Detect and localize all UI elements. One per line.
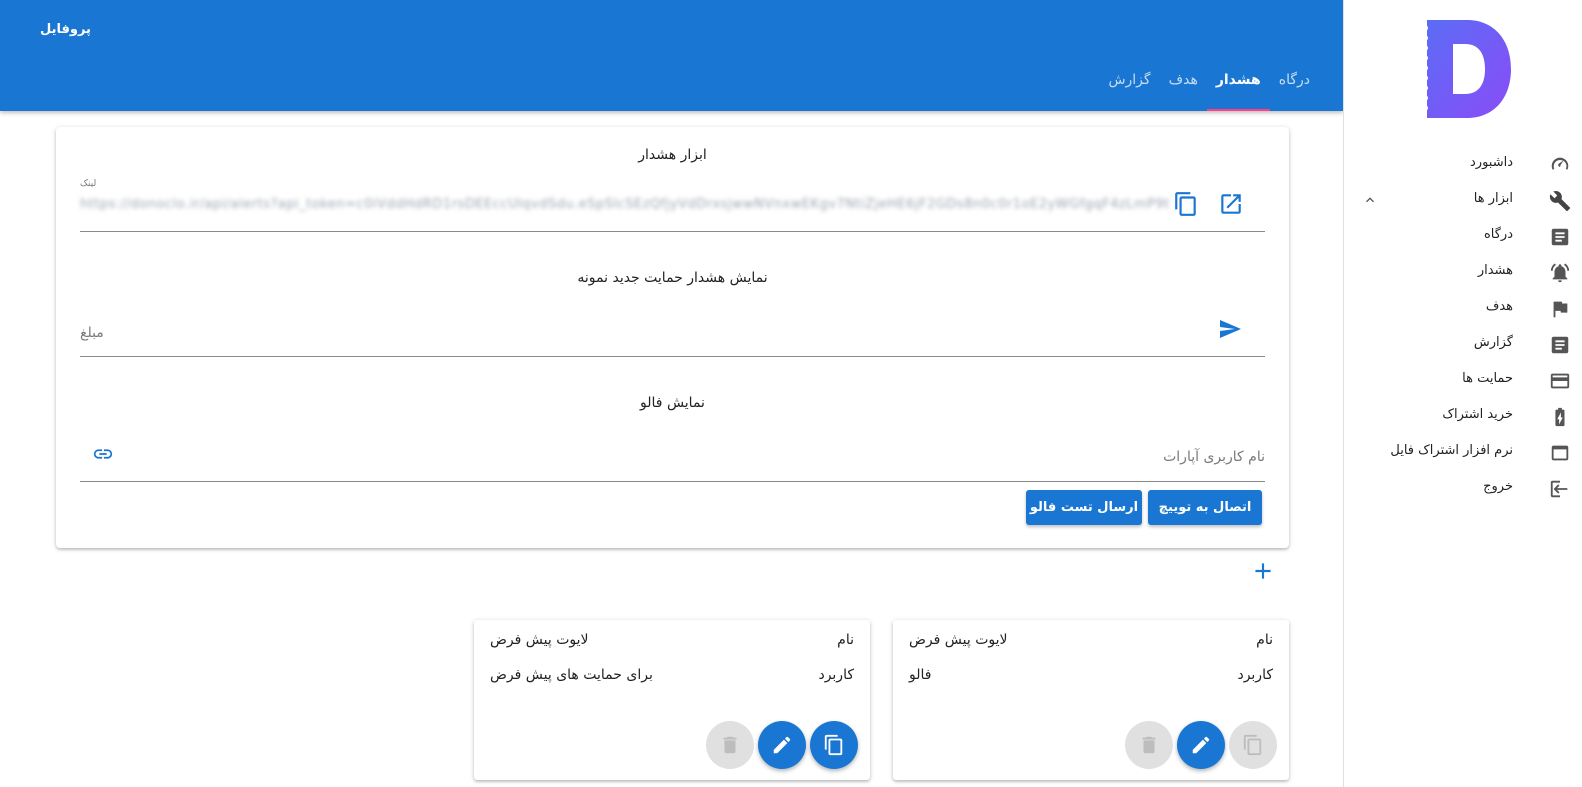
sidebar-item-logout[interactable]: خروج	[1344, 470, 1582, 506]
copy-icon	[1243, 734, 1262, 756]
link-label: لینک	[80, 179, 97, 189]
layout-name-value: لایوت پیش فرض	[909, 632, 1008, 648]
sidebar-item-gateway[interactable]: درگاه	[1344, 218, 1582, 254]
credit-card-icon	[1550, 373, 1570, 389]
pencil-icon	[1192, 736, 1210, 754]
link-icon[interactable]	[92, 443, 114, 465]
logout-icon	[1550, 480, 1568, 498]
sidebar-item-label: هشدار	[1477, 263, 1513, 278]
layout-edit-button[interactable]	[758, 721, 806, 769]
layout-edit-button[interactable]	[1177, 721, 1225, 769]
tab-goal[interactable]: هدف	[1160, 61, 1207, 111]
tab-bar: درگاه هشدار هدف گزارش	[1099, 61, 1319, 111]
chevron-up-icon[interactable]	[1362, 192, 1378, 208]
connect-twitch-button[interactable]: اتصال به توییچ	[1148, 490, 1262, 525]
send-test-follow-button[interactable]: ارسال تست فالو	[1026, 490, 1142, 525]
logo	[1422, 20, 1511, 118]
sidebar-item-report[interactable]: گزارش	[1344, 326, 1582, 362]
sidebar-item-label: درگاه	[1483, 227, 1513, 242]
sidebar-item-label: هدف	[1485, 299, 1513, 314]
pencil-icon	[773, 736, 791, 754]
follow-alert-title: نمایش فالو	[640, 395, 705, 411]
sidebar: داشبورد ابزار ها درگاه هشدار هدف گزارش ح…	[1343, 0, 1582, 787]
top-app-bar: پروفایل درگاه هشدار هدف گزارش	[0, 0, 1343, 111]
layout-usage-key: کاربرد	[818, 667, 854, 683]
link-value[interactable]: https://donoclo.ir/api/alerts?api_token=…	[80, 197, 1170, 212]
tab-gateway[interactable]: درگاه	[1270, 61, 1319, 111]
sidebar-item-goal[interactable]: هدف	[1344, 290, 1582, 326]
layout-usage-key: کاربرد	[1237, 667, 1273, 683]
sidebar-item-tools[interactable]: ابزار ها	[1344, 182, 1582, 218]
layout-copy-button[interactable]	[810, 721, 858, 769]
app-root: پروفایل درگاه هشدار هدف گزارش داشبورد اب…	[0, 0, 1582, 787]
alert-tool-title: ابزار هشدار	[638, 147, 707, 163]
sidebar-item-label: داشبورد	[1470, 155, 1513, 170]
link-field[interactable]: https://donoclo.ir/api/alerts?api_token=…	[80, 191, 1265, 232]
aparat-username-field[interactable]: نام کاربری آپارات	[80, 439, 1265, 482]
send-icon[interactable]	[1218, 317, 1242, 341]
sidebar-item-label: خرید اشتراک	[1442, 407, 1513, 422]
layout-delete-button[interactable]	[706, 721, 754, 769]
layout-usage-value: برای حمایت های پیش فرض	[490, 667, 653, 683]
sidebar-item-label: ابزار ها	[1473, 191, 1513, 206]
sidebar-item-label: گزارش	[1473, 335, 1513, 350]
layout-card: نام لایوت پیش فرض کاربرد فالو	[893, 620, 1289, 780]
amount-placeholder: مبلغ	[80, 325, 104, 341]
sidebar-item-dashboard[interactable]: داشبورد	[1344, 146, 1582, 182]
copy-icon	[824, 734, 843, 756]
sidebar-item-label: حمایت ها	[1462, 371, 1513, 386]
sidebar-item-file-share[interactable]: نرم افزار اشتراک فایل	[1344, 434, 1582, 470]
alert-tool-card: ابزار هشدار لینک https://donoclo.ir/api/…	[56, 127, 1289, 548]
username-placeholder: نام کاربری آپارات	[1163, 449, 1265, 465]
window-icon	[1551, 445, 1569, 461]
layout-card: نام لایوت پیش فرض کاربرد برای حمایت های …	[474, 620, 870, 780]
sidebar-item-subscription[interactable]: خرید اشتراک	[1344, 398, 1582, 434]
layout-delete-button[interactable]	[1125, 721, 1173, 769]
trash-icon	[723, 736, 737, 754]
wrench-icon	[1549, 191, 1571, 212]
layout-usage-value: فالو	[909, 667, 932, 683]
layout-copy-button[interactable]	[1229, 721, 1277, 769]
sidebar-item-donations[interactable]: حمایت ها	[1344, 362, 1582, 398]
amount-field[interactable]: مبلغ	[80, 315, 1265, 357]
layout-name-value: لایوت پیش فرض	[490, 632, 589, 648]
tab-alert[interactable]: هشدار	[1206, 61, 1270, 111]
sidebar-item-label: نرم افزار اشتراک فایل	[1390, 443, 1513, 458]
copy-icon[interactable]	[1173, 191, 1199, 217]
bell-icon	[1550, 263, 1570, 283]
document-icon	[1551, 336, 1569, 354]
tab-report[interactable]: گزارش	[1099, 61, 1159, 111]
flag-icon	[1553, 301, 1568, 318]
add-icon[interactable]	[1250, 558, 1276, 584]
trash-icon	[1142, 736, 1156, 754]
layout-name-key: نام	[1256, 632, 1273, 648]
open-in-new-icon[interactable]	[1218, 191, 1244, 217]
sample-alert-title: نمایش هشدار حمایت جدید نمونه	[577, 270, 768, 286]
profile-link[interactable]: پروفایل	[40, 22, 91, 37]
sidebar-item-label: خروج	[1483, 479, 1513, 494]
sidebar-item-alert[interactable]: هشدار	[1344, 254, 1582, 290]
battery-charging-icon	[1555, 407, 1565, 427]
list-icon	[1551, 228, 1569, 246]
speedometer-icon	[1551, 157, 1569, 170]
layout-name-key: نام	[837, 632, 854, 648]
